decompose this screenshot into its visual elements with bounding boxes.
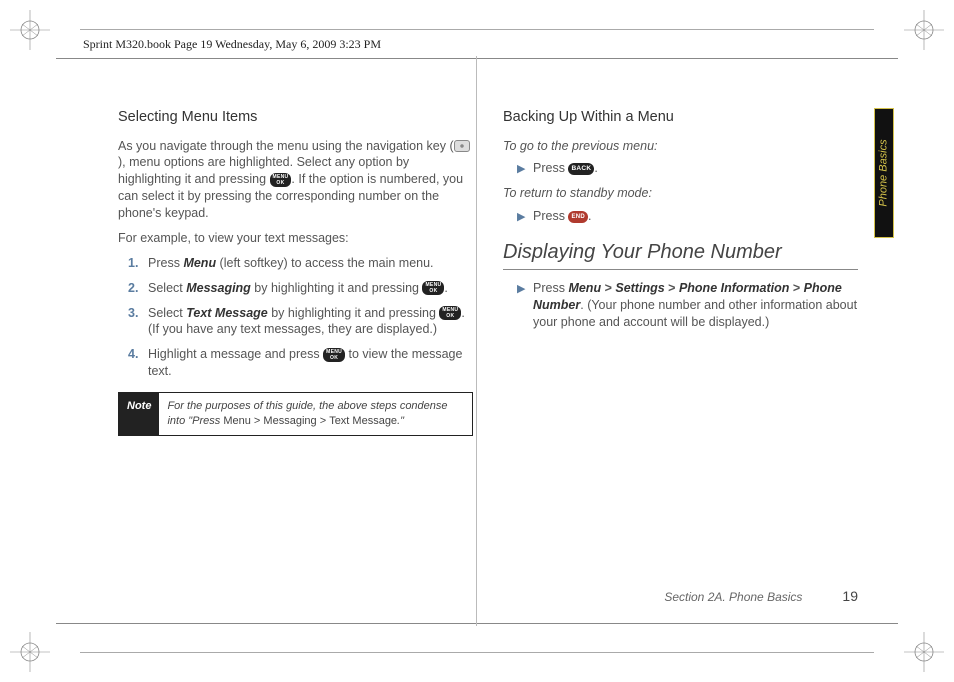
- chevron-icon: ▶: [517, 162, 531, 177]
- navigation-key-icon: [454, 140, 470, 152]
- cropmark-top-right: [904, 10, 944, 50]
- back-key-icon: [568, 163, 594, 175]
- press-back-line: ▶ Press .: [503, 160, 858, 177]
- cropmark-bottom-right: [904, 632, 944, 672]
- prev-menu-lead: To go to the previous menu:: [503, 138, 858, 155]
- rule-line: [56, 623, 898, 624]
- section-heading-display-number: Displaying Your Phone Number: [503, 239, 858, 270]
- heading-selecting: Selecting Menu Items: [118, 108, 473, 128]
- intro-paragraph: As you navigate through the menu using t…: [118, 138, 473, 222]
- step-2: 2. Select Messaging by highlighting it a…: [134, 280, 473, 297]
- step-3: 3. Select Text Message by highlighting i…: [134, 305, 473, 339]
- example-lead: For example, to view your text messages:: [118, 230, 473, 247]
- steps-list: 1. Press Menu (left softkey) to access t…: [118, 255, 473, 380]
- rule-line: [80, 652, 874, 653]
- end-key-icon: [568, 211, 588, 223]
- right-column: Backing Up Within a Menu To go to the pr…: [503, 108, 858, 436]
- chevron-icon: ▶: [517, 282, 531, 297]
- rule-line: [80, 29, 874, 30]
- menu-ok-key-icon: [270, 173, 292, 187]
- menu-ok-key-icon: [323, 348, 345, 362]
- menu-ok-key-icon: [439, 306, 461, 320]
- chevron-icon: ▶: [517, 210, 531, 225]
- page-content: Selecting Menu Items As you navigate thr…: [118, 108, 858, 436]
- menu-ok-key-icon: [422, 281, 444, 295]
- cropmark-bottom-left: [10, 632, 50, 672]
- running-header: Sprint M320.book Page 19 Wednesday, May …: [83, 37, 381, 52]
- standby-lead: To return to standby mode:: [503, 185, 858, 202]
- left-column: Selecting Menu Items As you navigate thr…: [118, 108, 473, 436]
- rule-line: [56, 58, 898, 59]
- note-box: Note For the purposes of this guide, the…: [118, 392, 473, 436]
- display-number-instruction: ▶ Press Menu > Settings > Phone Informat…: [503, 280, 858, 331]
- page-number: 19: [842, 588, 858, 604]
- note-label: Note: [119, 393, 159, 435]
- footer-section: Section 2A. Phone Basics: [664, 590, 802, 604]
- step-1: 1. Press Menu (left softkey) to access t…: [134, 255, 473, 272]
- side-tab-label: Phone Basics: [878, 139, 890, 206]
- side-tab: Phone Basics: [874, 108, 894, 238]
- page-footer: Section 2A. Phone Basics 19: [664, 588, 858, 604]
- press-end-line: ▶ Press .: [503, 208, 858, 225]
- step-4: 4. Highlight a message and press to view…: [134, 346, 473, 380]
- heading-backing-up: Backing Up Within a Menu: [503, 108, 858, 128]
- cropmark-top-left: [10, 10, 50, 50]
- note-body: For the purposes of this guide, the abov…: [159, 393, 472, 435]
